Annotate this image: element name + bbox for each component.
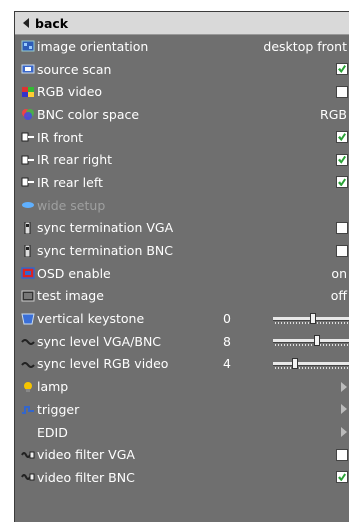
slider-knob[interactable] [314,335,320,347]
wide-setup-icon [21,199,35,211]
slider-knob[interactable] [292,357,298,369]
menu-item-test-image[interactable]: test image off [15,285,349,308]
menu-item-source-scan[interactable]: source scan [15,58,349,81]
osd-enable-value[interactable]: on [331,266,347,281]
sync-level-vga-bnc-slider[interactable] [273,335,349,347]
image-orientation-value[interactable]: desktop front [263,39,347,54]
menu-item-trigger[interactable]: trigger [15,398,349,421]
sync-termination-vga-checkbox[interactable] [336,221,348,234]
sync-termination-vga-icon [21,221,35,235]
back-row[interactable]: back [15,12,349,35]
vertical-keystone-slider[interactable] [273,312,349,325]
vertical-keystone-number: 0 [223,311,231,327]
sync-level-rgb-video-icon [21,358,35,370]
menu-item-lamp[interactable]: lamp [15,375,349,398]
source-scan-checkbox[interactable] [336,63,348,76]
menu-item-ir-rear-right[interactable]: IR rear right [15,148,349,171]
menu-item-vertical-keystone[interactable]: vertical keystone 0 [15,307,349,330]
submenu-arrow-icon [341,427,347,438]
ir-rear-right-icon [21,154,35,166]
edid-blank-icon [21,426,35,438]
submenu-arrow-icon [341,381,347,392]
image-orientation-icon [21,40,35,52]
sync-termination-bnc-icon [21,244,35,258]
menu-item-ir-front[interactable]: IR front [15,126,349,149]
rgb-video-checkbox[interactable] [336,85,348,98]
video-filter-vga-icon [21,449,35,461]
menu-item-video-filter-bnc[interactable]: video filter BNC [15,466,349,489]
sync-termination-bnc-checkbox[interactable] [336,244,348,257]
menu-item-video-filter-vga[interactable]: video filter VGA [15,443,349,466]
rgb-video-icon [21,86,35,98]
trigger-icon [21,403,35,415]
bnc-color-space-value[interactable]: RGB [320,107,347,122]
submenu-arrow-icon [341,404,347,415]
menu-item-wide-setup: wide setup [15,194,349,217]
ir-front-icon [21,131,35,143]
sync-level-rgb-video-number: 4 [223,356,231,372]
video-filter-bnc-checkbox[interactable] [336,471,348,484]
menu-item-sync-termination-bnc[interactable]: sync termination BNC [15,239,349,262]
slider-knob[interactable] [310,312,316,324]
ir-front-checkbox[interactable] [336,131,348,144]
ir-rear-left-checkbox[interactable] [336,176,348,189]
menu-item-sync-level-vga-bnc[interactable]: sync level VGA/BNC 8 [15,330,349,353]
menu-item-bnc-color-space[interactable]: BNC color space RGB [15,103,349,126]
osd-enable-icon [21,267,35,279]
video-filter-vga-checkbox[interactable] [336,448,348,461]
menu-item-rgb-video[interactable]: RGB video [15,80,349,103]
settings-menu: back image orientation desktop front sou… [14,11,349,522]
test-image-value[interactable]: off [331,288,347,303]
bnc-color-space-icon [21,108,35,121]
test-image-icon [21,290,35,302]
sync-level-vga-bnc-number: 8 [223,333,231,349]
ir-rear-right-checkbox[interactable] [336,153,348,166]
source-scan-icon [21,63,35,75]
vertical-keystone-icon [21,313,35,325]
menu-item-sync-termination-vga[interactable]: sync termination VGA [15,217,349,240]
menu-item-sync-level-rgb-video[interactable]: sync level RGB video 4 [15,353,349,376]
lamp-icon [21,381,35,393]
sync-level-rgb-video-slider[interactable] [273,357,349,370]
back-label: back [35,15,69,31]
menu-item-image-orientation[interactable]: image orientation desktop front [15,35,349,58]
video-filter-bnc-icon [21,471,35,483]
menu-item-ir-rear-left[interactable]: IR rear left [15,171,349,194]
ir-rear-left-icon [21,176,35,188]
menu-item-osd-enable[interactable]: OSD enable on [15,262,349,285]
menu-item-edid[interactable]: EDID [15,421,349,444]
sync-level-vga-bnc-icon [21,335,35,347]
back-arrow-icon [23,18,29,28]
